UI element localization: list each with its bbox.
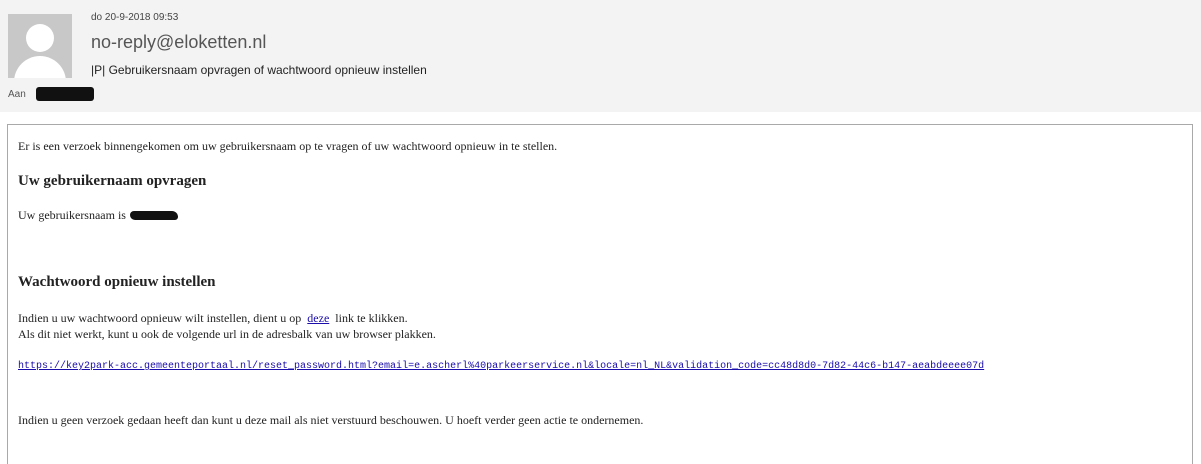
username-paragraph: Uw gebruikersnaam is [18,208,178,223]
recipient-redacted[interactable] [35,87,94,101]
sender-avatar[interactable] [8,14,72,78]
to-label: Aan [8,88,26,100]
username-redacted [129,211,178,220]
email-header: do 20-9-2018 09:53 no-reply@eloketten.nl… [0,0,1201,112]
sender-address[interactable]: no-reply@eloketten.nl [91,32,266,53]
recipient-row: Aan [8,87,94,101]
reset-url-link[interactable]: https://key2park-acc.gemeenteportaal.nl/… [18,361,984,372]
reset-link[interactable]: deze [307,311,329,325]
username-heading: Uw gebruikernaam opvragen [18,173,207,189]
reset-paragraph: Indien u uw wachtwoord opnieuw wilt inst… [18,311,408,326]
username-text: Uw gebruikersnaam is [18,208,126,222]
person-icon-body [14,56,66,78]
reset-text-before: Indien u uw wachtwoord opnieuw wilt inst… [18,311,302,325]
reset-text-after: link te klikken. [335,311,408,325]
reset-heading: Wachtwoord opnieuw instellen [18,274,216,290]
intro-paragraph: Er is een verzoek binnengekomen om uw ge… [18,139,558,153]
closing-paragraph: Indien u geen verzoek gedaan heeft dan k… [18,413,644,427]
email-subject: |P| Gebruikersnaam opvragen of wachtwoor… [91,63,427,77]
fallback-paragraph: Als dit niet werkt, kunt u ook de volgen… [18,327,436,341]
sent-date: do 20-9-2018 09:53 [91,12,179,23]
person-icon-head [26,24,54,52]
